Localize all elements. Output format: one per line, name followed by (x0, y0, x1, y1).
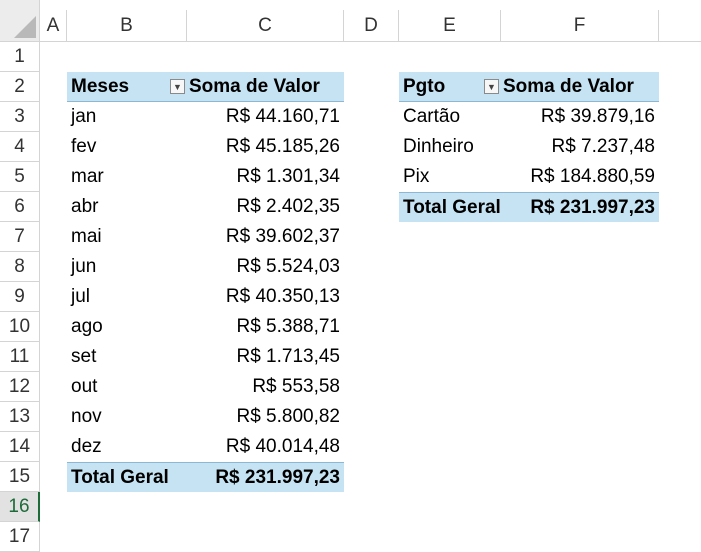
pivot-meses-item-value[interactable]: R$ 2.402,35 (187, 192, 344, 222)
row-header-10[interactable]: 10 (0, 312, 40, 342)
pivot-pgto-item-label[interactable]: Dinheiro (399, 132, 501, 162)
pivot-meses-item-value[interactable]: R$ 5.524,03 (187, 252, 344, 282)
pivot-meses-item-label[interactable]: set (67, 342, 187, 372)
pivot-meses-item-value[interactable]: R$ 40.350,13 (187, 282, 344, 312)
pivot-pgto-item-value[interactable]: R$ 39.879,16 (501, 102, 659, 132)
row-header-4[interactable]: 4 (0, 132, 40, 162)
row-header-2[interactable]: 2 (0, 72, 40, 102)
table-row: ago R$ 5.388,71 (67, 312, 344, 342)
pivot-pgto-item-value[interactable]: R$ 184.880,59 (501, 162, 659, 192)
pivot-meses-item-value[interactable]: R$ 45.185,26 (187, 132, 344, 162)
pivot-pgto-total-row: Total Geral R$ 231.997,23 (399, 192, 659, 222)
pivot-meses-header-label-cell[interactable]: Meses ▼ (67, 72, 187, 102)
table-row: Pix R$ 184.880,59 (399, 162, 659, 192)
column-header-e[interactable]: E (399, 10, 501, 42)
pivot-pgto-total-label[interactable]: Total Geral (399, 192, 501, 222)
pivot-meses-item-label[interactable]: dez (67, 432, 187, 462)
column-header-b[interactable]: B (67, 10, 187, 42)
pivot-pgto-header-label: Pgto (403, 75, 446, 97)
pivot-meses-total-row: Total Geral R$ 231.997,23 (67, 462, 344, 492)
spreadsheet-grid: A B C D E F 1 2 3 4 5 6 7 8 9 10 11 12 1… (0, 0, 701, 552)
pivot-meses-item-label[interactable]: mar (67, 162, 187, 192)
row-header-7[interactable]: 7 (0, 222, 40, 252)
select-all-triangle-icon (14, 16, 36, 38)
table-row: fev R$ 45.185,26 (67, 132, 344, 162)
table-row: Cartão R$ 39.879,16 (399, 102, 659, 132)
pivot-pgto-item-label[interactable]: Cartão (399, 102, 501, 132)
row-header-6[interactable]: 6 (0, 192, 40, 222)
pivot-meses-item-label[interactable]: fev (67, 132, 187, 162)
table-row: mai R$ 39.602,37 (67, 222, 344, 252)
table-row: jun R$ 5.524,03 (67, 252, 344, 282)
column-header-a[interactable]: A (40, 10, 67, 42)
row-header-11[interactable]: 11 (0, 342, 40, 372)
select-all-corner[interactable] (0, 0, 40, 42)
pivot-pgto-total-value[interactable]: R$ 231.997,23 (501, 192, 659, 222)
filter-dropdown-icon[interactable]: ▼ (484, 79, 499, 94)
table-row: jul R$ 40.350,13 (67, 282, 344, 312)
pivot-pgto-item-label[interactable]: Pix (399, 162, 501, 192)
table-row: mar R$ 1.301,34 (67, 162, 344, 192)
pivot-meses-total-label[interactable]: Total Geral (67, 462, 187, 492)
pivot-meses-total-value[interactable]: R$ 231.997,23 (187, 462, 344, 492)
row-header-13[interactable]: 13 (0, 402, 40, 432)
table-row: nov R$ 5.800,82 (67, 402, 344, 432)
column-header-d[interactable]: D (344, 10, 399, 42)
table-row: set R$ 1.713,45 (67, 342, 344, 372)
pivot-meses-item-value[interactable]: R$ 39.602,37 (187, 222, 344, 252)
pivot-meses-item-label[interactable]: mai (67, 222, 187, 252)
row-header-12[interactable]: 12 (0, 372, 40, 402)
row-header-9[interactable]: 9 (0, 282, 40, 312)
pivot-meses-item-label[interactable]: jun (67, 252, 187, 282)
pivot-pgto-header-value[interactable]: Soma de Valor (501, 72, 659, 102)
row-header-14[interactable]: 14 (0, 432, 40, 462)
row-header-16-active[interactable]: 16 (0, 492, 40, 522)
pivot-meses-item-label[interactable]: jan (67, 102, 187, 132)
column-header-f[interactable]: F (501, 10, 659, 42)
pivot-meses-item-value[interactable]: R$ 1.301,34 (187, 162, 344, 192)
table-row: dez R$ 40.014,48 (67, 432, 344, 462)
pivot-pgto-header-label-cell[interactable]: Pgto ▼ (399, 72, 501, 102)
row-header-3[interactable]: 3 (0, 102, 40, 132)
column-header-strip (40, 0, 701, 10)
row-header-15[interactable]: 15 (0, 462, 40, 492)
row-header-8[interactable]: 8 (0, 252, 40, 282)
pivot-meses-item-label[interactable]: out (67, 372, 187, 402)
pivot-meses-item-value[interactable]: R$ 1.713,45 (187, 342, 344, 372)
row-header-17[interactable]: 17 (0, 522, 40, 552)
pivot-pgto-header-row: Pgto ▼ Soma de Valor (399, 72, 659, 102)
table-row: out R$ 553,58 (67, 372, 344, 402)
filter-dropdown-icon[interactable]: ▼ (170, 79, 185, 94)
pivot-meses-header-row: Meses ▼ Soma de Valor (67, 72, 344, 102)
pivot-meses-header-value[interactable]: Soma de Valor (187, 72, 344, 102)
pivot-meses-item-label[interactable]: nov (67, 402, 187, 432)
pivot-meses-item-value[interactable]: R$ 40.014,48 (187, 432, 344, 462)
table-row: Dinheiro R$ 7.237,48 (399, 132, 659, 162)
pivot-meses-item-label[interactable]: abr (67, 192, 187, 222)
row-header-1[interactable]: 1 (0, 42, 40, 72)
pivot-meses-item-value[interactable]: R$ 44.160,71 (187, 102, 344, 132)
pivot-meses-header-label: Meses (71, 75, 130, 97)
pivot-meses-item-label[interactable]: jul (67, 282, 187, 312)
pivot-meses-item-value[interactable]: R$ 5.800,82 (187, 402, 344, 432)
pivot-meses-item-value[interactable]: R$ 5.388,71 (187, 312, 344, 342)
table-row: abr R$ 2.402,35 (67, 192, 344, 222)
column-header-g-partial[interactable] (659, 10, 701, 42)
column-header-c[interactable]: C (187, 10, 344, 42)
pivot-meses-item-value[interactable]: R$ 553,58 (187, 372, 344, 402)
row-header-5[interactable]: 5 (0, 162, 40, 192)
pivot-meses-item-label[interactable]: ago (67, 312, 187, 342)
table-row: jan R$ 44.160,71 (67, 102, 344, 132)
pivot-pgto-item-value[interactable]: R$ 7.237,48 (501, 132, 659, 162)
